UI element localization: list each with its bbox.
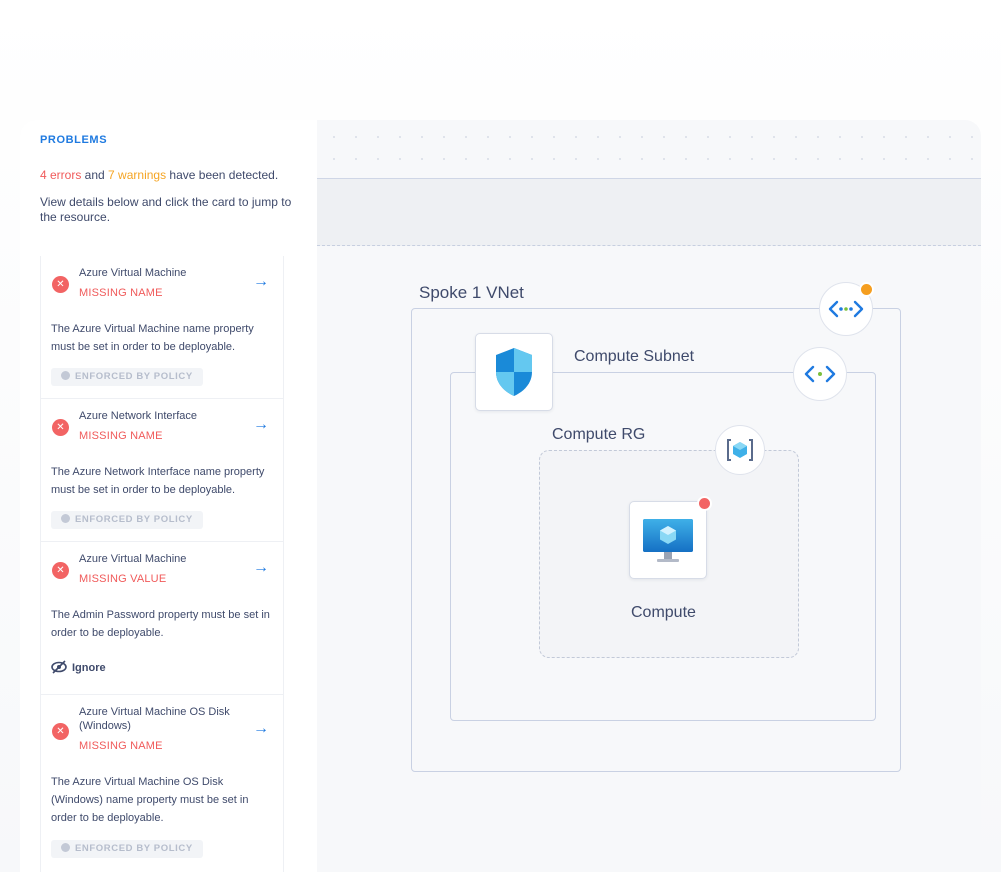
card-title: Azure Virtual Machine OS Disk (Windows) [79, 706, 230, 732]
warning-dot [859, 282, 874, 297]
virtual-machine-icon [643, 519, 693, 562]
policy-badge: ENFORCED BY POLICY [51, 368, 203, 386]
error-icon: ✕ [52, 723, 69, 740]
summary-tail: have been detected. [166, 168, 279, 182]
shield-check-icon [61, 371, 70, 380]
card-status: MISSING NAME [79, 287, 163, 299]
policy-badge-label: ENFORCED BY POLICY [75, 371, 193, 382]
error-icon: ✕ [52, 562, 69, 579]
problem-card[interactable]: ✕ Azure Network Interface MISSING NAME →… [41, 399, 283, 542]
problem-list: ✕ Azure Virtual Machine MISSING NAME → T… [40, 256, 284, 872]
error-icon: ✕ [52, 276, 69, 293]
subnet-icon[interactable] [793, 347, 847, 401]
policy-badge-label: ENFORCED BY POLICY [75, 514, 193, 525]
vnet-label: Spoke 1 VNet [419, 283, 524, 302]
nsg-tile[interactable] [475, 333, 553, 411]
rg-label: Compute RG [552, 426, 646, 443]
policy-badge: ENFORCED BY POLICY [51, 511, 203, 529]
ignore-label: Ignore [72, 662, 106, 674]
shield-check-icon [61, 843, 70, 852]
workspace: PROBLEMS 4 errors and 7 warnings have be… [20, 120, 981, 872]
problem-card[interactable]: ✕ Azure Virtual Machine OS Disk (Windows… [41, 695, 283, 872]
ignore-button[interactable]: Ignore [51, 660, 106, 674]
card-description: The Azure Network Interface name propert… [51, 466, 265, 496]
errors-count: 4 errors [40, 168, 82, 182]
problem-card[interactable]: ✕ Azure Virtual Machine MISSING VALUE → … [41, 542, 283, 695]
card-status: MISSING NAME [79, 740, 163, 752]
card-title: Azure Virtual Machine [79, 267, 187, 279]
resource-group-icon[interactable] [715, 425, 765, 475]
card-title: Azure Network Interface [79, 410, 197, 422]
arrow-right-icon[interactable]: → [253, 560, 269, 576]
problem-card[interactable]: ✕ Azure Virtual Machine MISSING NAME → T… [41, 256, 283, 399]
card-description: The Azure Virtual Machine name property … [51, 323, 254, 353]
error-dot [697, 496, 712, 511]
rg-glyph [727, 439, 753, 461]
problems-panel: PROBLEMS 4 errors and 7 warnings have be… [20, 120, 317, 872]
error-icon: ✕ [52, 419, 69, 436]
problems-summary: 4 errors and 7 warnings have been detect… [40, 168, 278, 182]
arrow-right-icon[interactable]: → [253, 274, 269, 290]
diagram-canvas[interactable]: Spoke 1 VNet Compute Subnet Compute RG C… [317, 120, 981, 872]
card-title: Azure Virtual Machine [79, 553, 187, 565]
subnet-glyph [804, 365, 836, 383]
shield-check-icon [61, 514, 70, 523]
canvas-band [317, 178, 981, 246]
subnet-label: Compute Subnet [574, 348, 695, 365]
panel-title: PROBLEMS [40, 134, 108, 146]
summary-and: and [81, 168, 109, 182]
nsg-shield-icon [496, 348, 532, 396]
compute-label: Compute [631, 604, 696, 621]
panel-hint: View details below and click the card to… [40, 195, 292, 224]
card-status: MISSING NAME [79, 430, 163, 442]
vnet-icon[interactable] [819, 282, 874, 336]
policy-badge: ENFORCED BY POLICY [51, 840, 203, 858]
arrow-right-icon[interactable]: → [253, 721, 269, 737]
card-description: The Admin Password property must be set … [51, 609, 270, 639]
card-status: MISSING VALUE [79, 573, 167, 585]
card-description: The Azure Virtual Machine OS Disk (Windo… [51, 776, 249, 824]
arrow-right-icon[interactable]: → [253, 417, 269, 433]
warnings-count: 7 warnings [108, 168, 167, 182]
eye-slash-icon [51, 660, 67, 674]
policy-badge-label: ENFORCED BY POLICY [75, 843, 193, 854]
compute-tile[interactable] [629, 496, 712, 579]
